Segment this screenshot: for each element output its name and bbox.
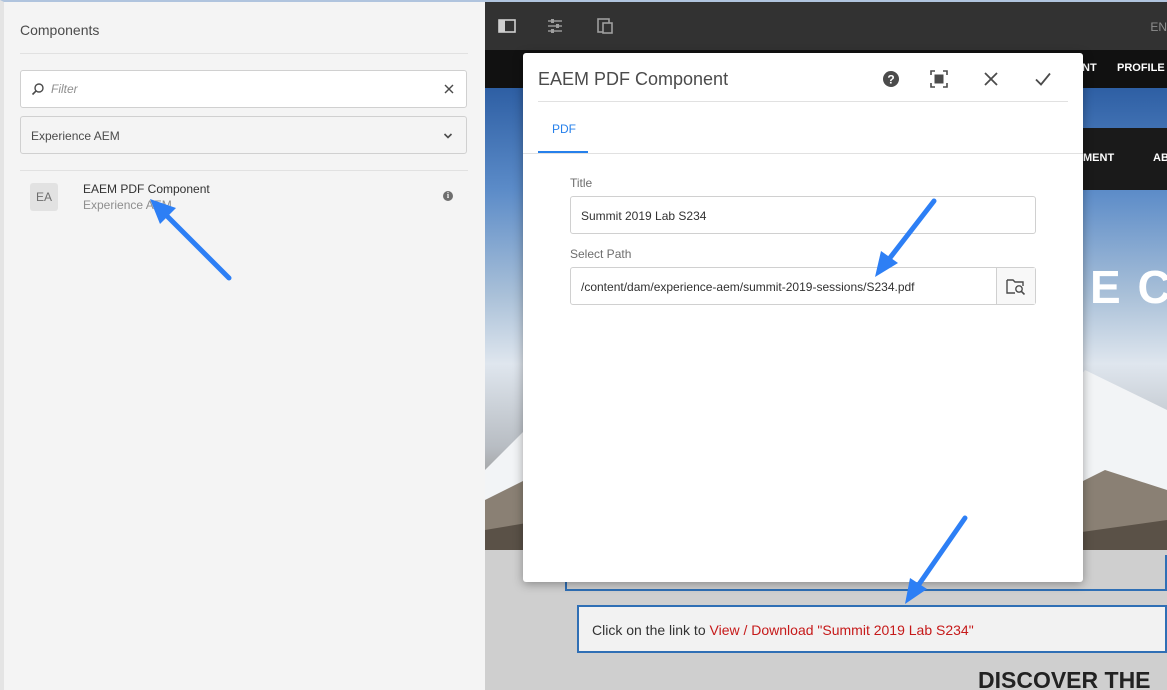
help-icon[interactable]: ? (881, 69, 901, 89)
divider (20, 170, 468, 171)
component-group-label: Experience AEM (83, 198, 172, 212)
section-heading: DISCOVER THE (978, 667, 1151, 690)
info-icon[interactable]: i (443, 191, 453, 201)
menu-item: AB (1153, 152, 1167, 164)
path-input[interactable] (581, 278, 991, 296)
clear-icon[interactable] (442, 82, 456, 96)
close-icon[interactable] (981, 69, 1001, 89)
site-menu: MENT AB (1083, 128, 1167, 190)
fullscreen-icon[interactable] (929, 69, 949, 89)
side-panel-icon[interactable] (497, 16, 517, 36)
component-group-value: Experience AEM (31, 129, 120, 143)
divider (538, 101, 1068, 102)
hero-headline: E CO (1090, 261, 1167, 313)
pdf-download-link[interactable]: View / Download "Summit 2019 Lab S234" (710, 622, 974, 638)
component-dialog: EAEM PDF Component ? PDF Title Select Pa… (523, 53, 1083, 582)
search-icon (31, 83, 44, 96)
path-field-label: Select Path (570, 247, 632, 261)
component-group-select[interactable]: Experience AEM (20, 116, 467, 154)
rail-title: Components (20, 22, 100, 38)
components-rail: Components Experience AEM EA EAEM PDF Co… (0, 0, 485, 690)
svg-text:?: ? (887, 73, 894, 87)
editor-toolbar: EN (485, 0, 1167, 50)
folder-search-icon (1006, 279, 1026, 295)
component-name: EAEM PDF Component (83, 182, 210, 196)
done-check-icon[interactable] (1033, 69, 1053, 89)
path-browse-button[interactable] (996, 268, 1035, 304)
divider (20, 53, 468, 54)
nav-item-profile: PROFILE (1117, 62, 1165, 74)
properties-icon[interactable] (545, 16, 565, 36)
language-label[interactable]: EN (1150, 20, 1167, 34)
dialog-title: EAEM PDF Component (538, 69, 729, 89)
menu-item: MENT (1083, 152, 1115, 164)
nav-item: NT (1082, 62, 1097, 74)
path-field[interactable] (570, 267, 1036, 305)
filter-field[interactable] (20, 70, 467, 108)
title-input[interactable] (581, 207, 991, 225)
chevron-down-icon (443, 133, 453, 139)
pdf-link-prefix: Click on the link to (592, 622, 710, 638)
emulator-icon[interactable] (595, 16, 615, 36)
tab-label: PDF (552, 122, 576, 136)
pdf-component-preview[interactable]: Click on the link to View / Download "Su… (577, 605, 1167, 653)
title-field[interactable] (570, 196, 1036, 234)
tab-pdf[interactable]: PDF (538, 113, 588, 153)
component-item-eaem-pdf[interactable]: EA EAEM PDF Component Experience AEM i (20, 177, 468, 219)
component-abbr-badge: EA (30, 183, 58, 211)
title-field-label: Title (570, 176, 593, 190)
divider (523, 153, 1083, 154)
filter-input[interactable] (51, 79, 431, 99)
pdf-link-line: Click on the link to View / Download "Su… (592, 622, 974, 638)
